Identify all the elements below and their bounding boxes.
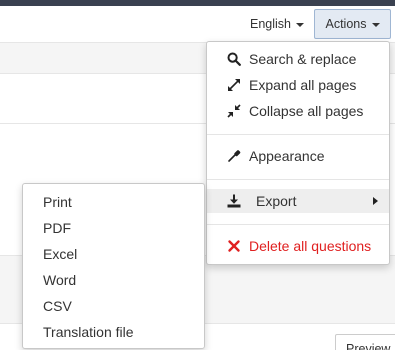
menu-item-label: Delete all questions xyxy=(249,238,372,254)
submenu-item-word[interactable]: Word xyxy=(23,267,204,293)
submenu-item-translation-file[interactable]: Translation file xyxy=(23,319,204,345)
menu-item-expand-all[interactable]: Expand all pages xyxy=(207,73,389,97)
caret-down-icon xyxy=(296,22,304,27)
preview-label: Preview xyxy=(346,342,391,350)
menu-item-collapse-all[interactable]: Collapse all pages xyxy=(207,99,389,123)
menu-item-label: Collapse all pages xyxy=(249,103,364,119)
menu-item-delete-all[interactable]: Delete all questions xyxy=(207,234,389,258)
export-submenu: Print PDF Excel Word CSV Translation fil… xyxy=(22,183,205,349)
submenu-item-excel[interactable]: Excel xyxy=(23,241,204,267)
expand-icon xyxy=(228,79,240,91)
actions-menu: Search & replace Expand all pages Collap… xyxy=(206,41,390,265)
preview-button[interactable]: Preview xyxy=(335,334,395,350)
submenu-item-print[interactable]: Print xyxy=(23,189,204,215)
menu-item-label: Appearance xyxy=(249,148,325,164)
download-icon xyxy=(227,194,241,208)
menu-item-label: Search & replace xyxy=(249,51,357,67)
language-label: English xyxy=(250,17,291,31)
submenu-item-label: Excel xyxy=(43,246,78,262)
submenu-item-csv[interactable]: CSV xyxy=(23,293,204,319)
menu-item-label: Export xyxy=(256,193,297,209)
menu-item-label: Expand all pages xyxy=(249,77,357,93)
actions-label: Actions xyxy=(325,17,367,31)
close-icon xyxy=(228,240,240,252)
menu-item-export[interactable]: Export xyxy=(207,189,389,213)
submenu-item-label: CSV xyxy=(43,298,72,314)
caret-right-icon xyxy=(373,197,378,205)
collapse-icon xyxy=(227,104,241,118)
language-dropdown[interactable]: English xyxy=(250,12,304,36)
caret-down-icon xyxy=(371,22,380,27)
top-bar xyxy=(0,0,395,6)
eyedropper-icon xyxy=(228,150,241,162)
menu-divider xyxy=(207,179,389,180)
submenu-item-pdf[interactable]: PDF xyxy=(23,215,204,241)
menu-divider xyxy=(207,134,389,135)
submenu-item-label: Translation file xyxy=(43,324,134,340)
search-icon xyxy=(227,52,241,66)
submenu-item-label: Print xyxy=(43,194,72,210)
submenu-item-label: Word xyxy=(43,272,77,288)
menu-item-search-replace[interactable]: Search & replace xyxy=(207,47,389,71)
menu-divider xyxy=(207,224,389,225)
submenu-item-label: PDF xyxy=(43,220,71,236)
menu-item-appearance[interactable]: Appearance xyxy=(207,144,389,168)
actions-button[interactable]: Actions xyxy=(314,9,391,39)
